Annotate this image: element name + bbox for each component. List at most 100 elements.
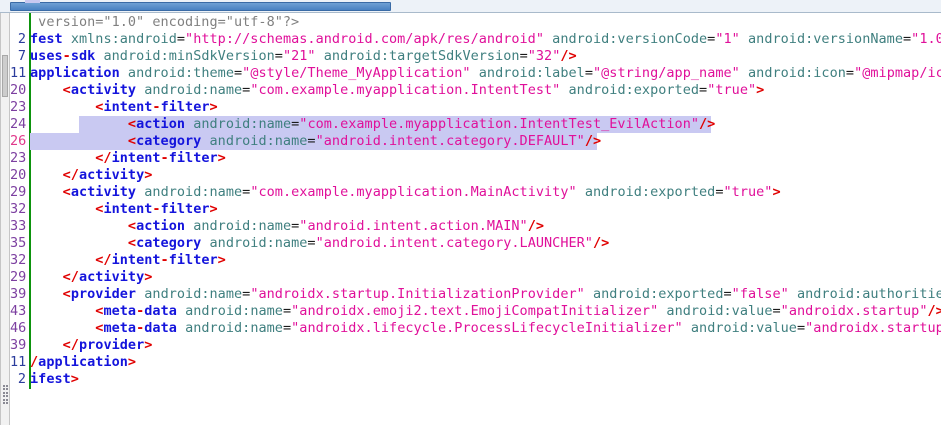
code-token: "androidx.emoji2.text.EmojiCompatInitial…: [291, 303, 658, 319]
code-token: =: [797, 320, 805, 336]
code-line-text: uses-sdk android:minSdkVersion="21" andr…: [30, 48, 941, 65]
code-line-text: /application>: [30, 354, 941, 371]
code-line: version="1.0" encoding="utf-8"?>: [30, 14, 941, 31]
code-line: application android:theme="@style/Theme_…: [30, 65, 941, 82]
code-line-text: </activity>: [30, 269, 941, 286]
code-token: -: [161, 252, 169, 268]
code-line-text: version="1.0" encoding="utf-8"?>: [30, 14, 941, 31]
code-token: "android.intent.action.MAIN": [299, 218, 527, 234]
code-line-text: <category android:name="android.intent.c…: [30, 235, 941, 252]
code-token: android:name: [193, 116, 291, 132]
code-token: "http://schemas.android.com/apk/res/andr…: [185, 31, 544, 47]
code-line-text: <intent-filter>: [30, 99, 941, 116]
code-token: [30, 337, 63, 353]
line-number: 20: [10, 82, 28, 99]
code-token: =: [715, 184, 723, 200]
code-token: </: [95, 150, 111, 166]
code-token: "true": [724, 184, 773, 200]
code-token: [120, 65, 128, 81]
code-token: activity: [79, 269, 144, 285]
code-token: <: [128, 116, 136, 132]
code-line: <provider android:name="androidx.startup…: [30, 286, 941, 303]
code-line: </intent-filter>: [30, 252, 941, 269]
code-token: <: [128, 235, 136, 251]
code-token: intent: [103, 201, 152, 217]
code-token: [30, 99, 95, 115]
code-token: <: [63, 184, 71, 200]
line-number: 23: [10, 150, 28, 167]
code-token: application: [30, 65, 120, 81]
code-line-text: <category android:name="android.intent.c…: [30, 133, 941, 150]
line-number: 11: [10, 354, 28, 371]
code-token: [30, 82, 63, 98]
code-token: "com.example.myapplication.MainActivity": [250, 184, 576, 200]
code-token: android:value: [666, 303, 772, 319]
code-token: android:versionName: [748, 31, 903, 47]
code-token: [30, 252, 95, 268]
code-line: </intent-filter>: [30, 150, 941, 167]
code-line-text: <intent-filter>: [30, 201, 941, 218]
code-rows[interactable]: version="1.0" encoding="utf-8"?>fest xml…: [30, 14, 941, 388]
horizontal-scrollbar-thumb[interactable]: [10, 2, 391, 11]
code-token: "32": [528, 48, 561, 64]
code-token: android:name: [144, 286, 242, 302]
grip-dots-icon[interactable]: [3, 399, 5, 401]
code-token: "21": [283, 48, 316, 64]
code-token: [30, 133, 128, 149]
code-line-text: <activity android:name="com.example.myap…: [30, 82, 941, 99]
code-token: =: [283, 320, 291, 336]
code-token: </: [63, 337, 79, 353]
code-token: activity: [71, 184, 136, 200]
code-token: =: [772, 303, 780, 319]
line-number: 11: [10, 65, 28, 82]
code-editor[interactable]: 271120232426232029323335322939434639112 …: [10, 13, 941, 425]
code-token: [544, 31, 552, 47]
code-token: android:authorities: [797, 286, 941, 302]
code-token: "androidx.lifecycle.ProcessLifecycleInit…: [291, 320, 683, 336]
code-token: >: [210, 201, 218, 217]
code-token: <: [63, 82, 71, 98]
code-token: "1.0": [911, 31, 941, 47]
code-token: >: [218, 252, 226, 268]
code-token: [560, 82, 568, 98]
code-token: android:name: [193, 218, 291, 234]
code-token: <: [63, 286, 71, 302]
line-number: 32: [10, 201, 28, 218]
code-token: [316, 48, 324, 64]
code-line-text: fest xmlns:android="http://schemas.andro…: [30, 31, 941, 48]
horizontal-scrollbar-track[interactable]: [0, 0, 941, 13]
line-number: 20: [10, 167, 28, 184]
code-token: android:name: [144, 82, 242, 98]
code-token: "true": [707, 82, 756, 98]
code-token: version="1.0" encoding="utf-8"?>: [30, 14, 299, 30]
grip-dots-icon[interactable]: [3, 392, 5, 394]
code-line-text: <meta-data android:name="androidx.lifecy…: [30, 320, 941, 337]
code-token: category: [136, 235, 201, 251]
code-token: </: [63, 167, 79, 183]
code-token: =: [177, 31, 185, 47]
line-number: 29: [10, 269, 28, 286]
code-token: />: [928, 303, 941, 319]
code-token: android:name: [144, 184, 242, 200]
code-token: action: [136, 218, 185, 234]
code-token: [63, 31, 71, 47]
code-line-text: <provider android:name="androidx.startup…: [30, 286, 941, 303]
code-token: android:value: [691, 320, 797, 336]
left-splitter-strip[interactable]: [0, 13, 10, 425]
code-token: "android.intent.category.DEFAULT": [316, 133, 585, 149]
lavender-chip: [25, 0, 40, 3]
code-token: [30, 235, 128, 251]
left-scrollbar-thumb[interactable]: [2, 55, 8, 97]
line-number: 7: [10, 48, 28, 65]
code-token: "com.example.myapplication.IntentTest_Ev…: [299, 116, 699, 132]
code-token: android:icon: [748, 65, 846, 81]
code-line-text: </activity>: [30, 167, 941, 184]
code-line: <meta-data android:name="androidx.lifecy…: [30, 320, 941, 337]
code-token: >: [144, 269, 152, 285]
code-line-text: <action android:name="com.example.myappl…: [30, 116, 941, 133]
grip-dots-icon[interactable]: [3, 385, 5, 387]
code-token: filter: [161, 201, 210, 217]
line-number: 43: [10, 303, 28, 320]
code-token: android:name: [185, 320, 283, 336]
code-token: "@style/Theme_MyApplication": [242, 65, 470, 81]
